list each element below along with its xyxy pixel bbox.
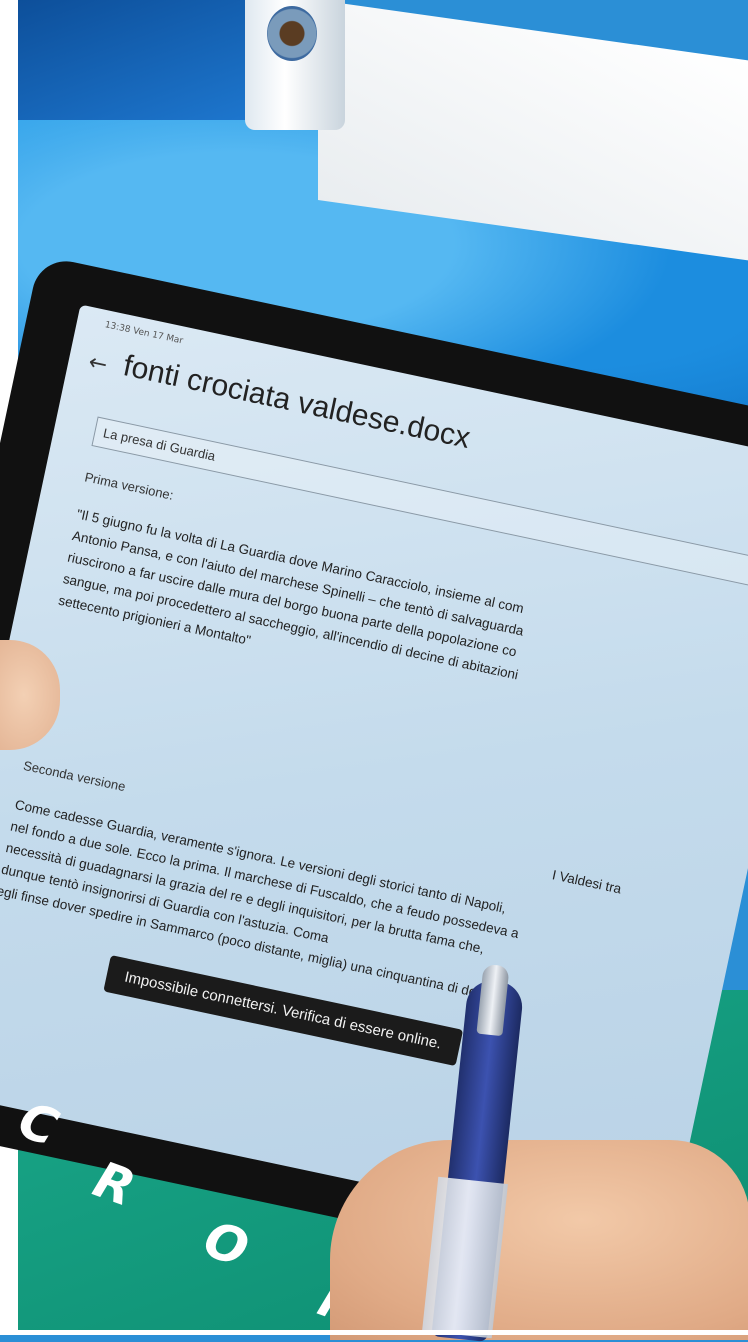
background-blue-object [18,0,278,120]
hand [330,1140,748,1340]
back-arrow-icon[interactable]: ← [86,350,109,378]
bottom-border [0,1330,748,1335]
first-version-label: Prima versione: [83,469,175,503]
tablet: 13:38 Ven 17 Mar ← fonti crociata valdes… [0,255,748,1278]
tablet-screen: 13:38 Ven 17 Mar ← fonti crociata valdes… [0,304,748,1248]
status-bar: 13:38 Ven 17 Mar [103,320,184,347]
second-version-label: Seconda versione [21,757,127,795]
second-version-caption: I Valdesi tra [550,867,623,897]
background-jar [245,0,345,130]
